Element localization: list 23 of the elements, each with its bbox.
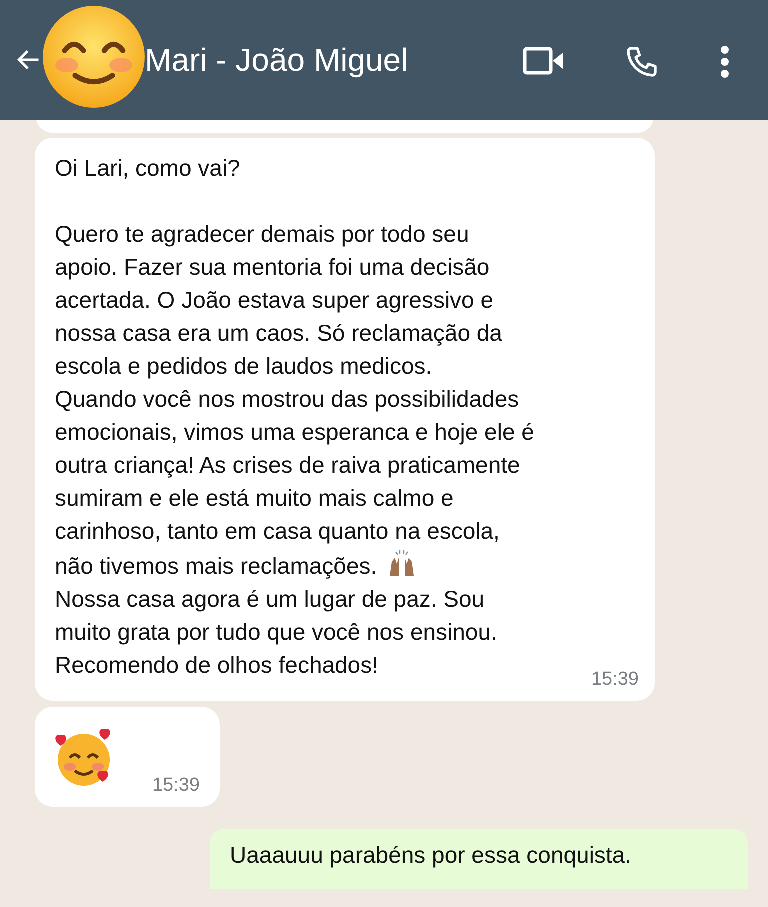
- video-call-icon[interactable]: [523, 46, 565, 76]
- message-text: Oi Lari, como vai?: [55, 155, 240, 181]
- message-time: 15:39: [152, 776, 200, 795]
- message-text: outra criança! As crises de raiva praticamente: [55, 452, 520, 478]
- message-text: Recomendo de olhos fechados!: [55, 652, 378, 678]
- message-text: carinhoso, tanto em casa quanto na escola,: [55, 518, 500, 544]
- contact-name[interactable]: Mari - João Miguel: [145, 36, 408, 84]
- message-text: nossa casa era um caos. Só reclamação da: [55, 320, 502, 346]
- message-text: Quando você nos mostrou das possibilidades: [55, 386, 520, 412]
- message-text: não tivemos mais reclamações.: [55, 553, 378, 579]
- message-text: apoio. Fazer sua mentoria foi uma decisão: [55, 254, 490, 280]
- message-text: Uaaauuu parabéns por essa conquista.: [230, 842, 632, 868]
- message-text: escola e pedidos de laudos medicos.: [55, 353, 432, 379]
- smiling-face-icon: [42, 5, 146, 109]
- message-text: Nossa casa agora é um lugar de paz. Sou: [55, 586, 485, 612]
- message-time: 15:39: [591, 670, 639, 689]
- message-text: sumiram e ele está muito mais calmo e: [55, 485, 454, 511]
- message-text: Quero te agradecer demais por todo seu: [55, 221, 470, 247]
- menu-icon[interactable]: [718, 45, 732, 79]
- message-text: muito grata por tudo que você nos ensinou.: [55, 619, 498, 645]
- message-text: emocionais, vimos uma esperanca e hoje ele é: [55, 419, 534, 445]
- phone-icon[interactable]: [624, 44, 660, 80]
- message-text: acertada. O João estava super agressivo e: [55, 287, 494, 313]
